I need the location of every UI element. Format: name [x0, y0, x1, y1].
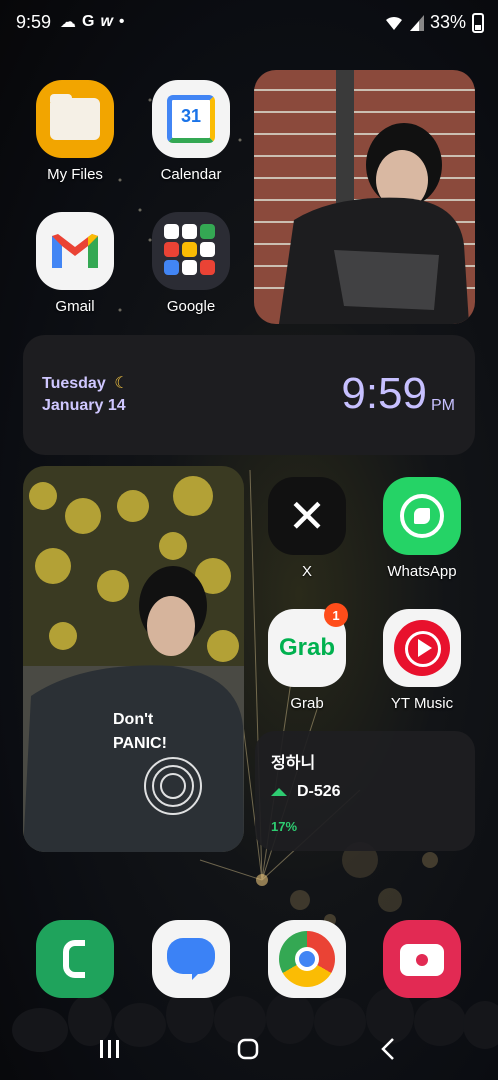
moon-icon: ☾: [114, 375, 129, 392]
chrome-icon: [268, 920, 346, 998]
google-folder-icon: [152, 212, 230, 290]
status-right: 33%: [384, 12, 484, 33]
dday-widget[interactable]: 정하니 D-526 17%: [255, 731, 475, 851]
app-chrome[interactable]: [252, 920, 362, 998]
app-x[interactable]: ✕ X: [252, 477, 362, 580]
app-label: My Files: [47, 166, 103, 183]
dot-icon: •: [118, 13, 125, 30]
status-time: 9:59: [16, 12, 52, 32]
photo-image: Don't PANIC!: [23, 466, 244, 852]
app-grab[interactable]: Grab 1 Grab: [252, 603, 362, 712]
app-google-folder[interactable]: Google: [136, 212, 246, 315]
photo-image: [254, 70, 475, 324]
app-whatsapp[interactable]: WhatsApp: [367, 477, 477, 580]
app-label: X: [301, 563, 312, 580]
camera-icon: [383, 920, 461, 998]
photo-widget-bottom[interactable]: Don't PANIC!: [23, 466, 244, 852]
app-label: Calendar: [160, 166, 222, 183]
status-bar: 9:59 ☁ G w • 33%: [0, 0, 498, 46]
google-g-icon: G: [82, 13, 95, 30]
clock-day: Tuesday ☾: [42, 373, 129, 393]
phone-icon: [36, 920, 114, 998]
home-icon[interactable]: [236, 1037, 260, 1061]
google-calendar-icon: 31: [152, 80, 230, 158]
dday-name: 정하니: [271, 753, 316, 772]
cloud-icon: ☁: [60, 14, 76, 31]
app-label: Grab: [290, 695, 324, 712]
signal-icon: [409, 14, 424, 31]
app-my-files[interactable]: My Files: [20, 80, 130, 183]
clock-day-text: Tuesday: [42, 375, 106, 392]
w-app-icon: w: [100, 13, 113, 30]
grab-icon: Grab 1: [268, 603, 348, 687]
navigation-bar: [0, 1018, 498, 1080]
clock-widget[interactable]: Tuesday ☾ January 14 9:59 PM: [23, 335, 475, 455]
photo-widget-top[interactable]: [254, 70, 475, 324]
notification-icons: ☁ G w •: [60, 12, 125, 32]
app-calendar[interactable]: 31 Calendar: [136, 80, 246, 183]
svg-text:Don't: Don't: [113, 711, 154, 728]
messages-icon: [152, 920, 230, 998]
house-icon: [271, 788, 287, 796]
app-phone[interactable]: [20, 920, 130, 998]
whatsapp-icon: [383, 477, 461, 555]
dday-counter-row: D-526: [271, 783, 341, 801]
dday-percent: 17%: [271, 819, 298, 834]
gmail-icon: [36, 212, 114, 290]
x-icon: ✕: [268, 477, 346, 555]
app-label: YT Music: [390, 695, 454, 712]
app-label: Google: [166, 298, 216, 315]
wifi-icon: [385, 16, 402, 30]
dday-counter: D-526: [297, 783, 341, 800]
notification-badge: 1: [324, 603, 348, 627]
folder-icon: [36, 80, 114, 158]
recent-apps-icon[interactable]: [98, 1038, 122, 1060]
clock-time: 9:59: [341, 369, 427, 418]
app-label: Gmail: [55, 298, 95, 315]
battery-percent: 33%: [429, 12, 466, 32]
yt-music-icon: [383, 609, 461, 687]
app-label: WhatsApp: [387, 563, 457, 580]
calendar-day: 31: [180, 106, 202, 126]
app-gmail[interactable]: Gmail: [20, 212, 130, 315]
app-camera[interactable]: [367, 920, 477, 998]
battery-icon: [472, 12, 484, 33]
app-messages[interactable]: [136, 920, 246, 998]
clock-date: January 14: [42, 397, 126, 414]
clock-ampm: PM: [431, 397, 455, 414]
app-yt-music[interactable]: YT Music: [367, 609, 477, 712]
back-icon[interactable]: [378, 1037, 398, 1061]
svg-text:PANIC!: PANIC!: [113, 735, 167, 752]
